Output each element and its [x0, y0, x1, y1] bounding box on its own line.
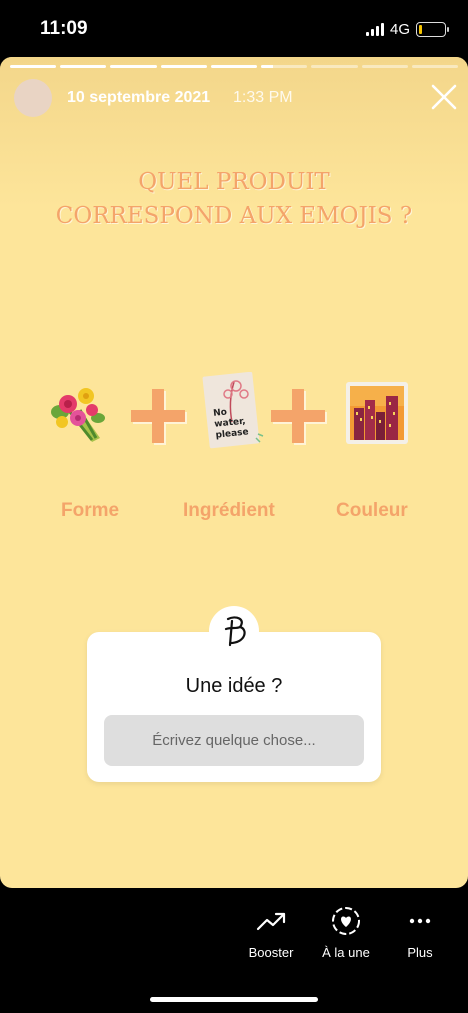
story-progress-segment — [10, 65, 57, 68]
network-type: 4G — [389, 21, 410, 38]
a-la-une-label: À la une — [322, 945, 370, 960]
story-progress-segment — [261, 65, 308, 68]
plus-icon — [131, 389, 187, 445]
more-button[interactable]: Plus — [380, 905, 460, 960]
story-progress-segment — [160, 65, 207, 68]
story-progress-segment — [60, 65, 107, 68]
story-time: 1:33 PM — [233, 89, 293, 106]
question-sticker-input[interactable]: Écrivez quelque chose... — [104, 715, 364, 766]
plus-icon — [271, 389, 327, 445]
booster-label: Booster — [248, 945, 294, 960]
close-icon[interactable] — [430, 83, 458, 111]
brand-logo-icon — [209, 606, 259, 656]
question-line-2: CORRESPOND AUX EMOJIS ? — [55, 203, 413, 229]
emoji-row: No water, please — [0, 372, 468, 457]
story-date: 10 septembre 2021 — [67, 89, 211, 106]
status-time: 11:09 — [40, 18, 88, 39]
bottom-action-bar: Booster À la une Plus — [0, 905, 468, 975]
highlight-heart-icon — [332, 907, 360, 935]
label-couleur: Couleur — [336, 500, 408, 521]
emoji-labels: Forme Ingrédient Couleur — [0, 500, 468, 530]
no-water-sticker-icon: No water, please — [202, 372, 264, 449]
a-la-une-button[interactable]: À la une — [306, 905, 386, 960]
story-progress-segment — [361, 65, 408, 68]
question-line-1: QUEL PRODUIT — [138, 169, 330, 195]
story-progress-segment — [210, 65, 258, 68]
label-forme: Forme — [61, 500, 120, 521]
more-label: Plus — [407, 945, 433, 960]
booster-button[interactable]: Booster — [231, 905, 311, 960]
trending-up-icon — [256, 912, 286, 931]
question-sticker[interactable]: Une idée ? Écrivez quelque chose... — [87, 606, 381, 782]
status-icons: 4G — [365, 21, 449, 38]
story-card[interactable]: 10 septembre 2021 1:33 PM QUEL PRODUIT C… — [0, 57, 468, 888]
more-dots-icon — [409, 918, 431, 924]
status-bar: 11:09 4G — [0, 0, 468, 58]
city-sunset-icon — [346, 382, 408, 444]
story-progress-segment — [311, 65, 358, 68]
story-progress-segment — [411, 65, 458, 68]
battery-icon — [416, 22, 449, 37]
story-question: QUEL PRODUIT CORRESPOND AUX EMOJIS ? — [0, 165, 468, 233]
avatar[interactable] — [14, 79, 52, 117]
label-ingredient: Ingrédient — [183, 500, 275, 521]
signal-icon — [365, 23, 384, 36]
story-progress-bar — [10, 65, 458, 68]
question-sticker-title: Une idée ? — [185, 675, 283, 697]
svg-text:No: No — [213, 407, 228, 418]
home-indicator[interactable] — [150, 997, 318, 1002]
story-progress-segment — [110, 65, 157, 68]
bouquet-icon — [51, 388, 105, 442]
